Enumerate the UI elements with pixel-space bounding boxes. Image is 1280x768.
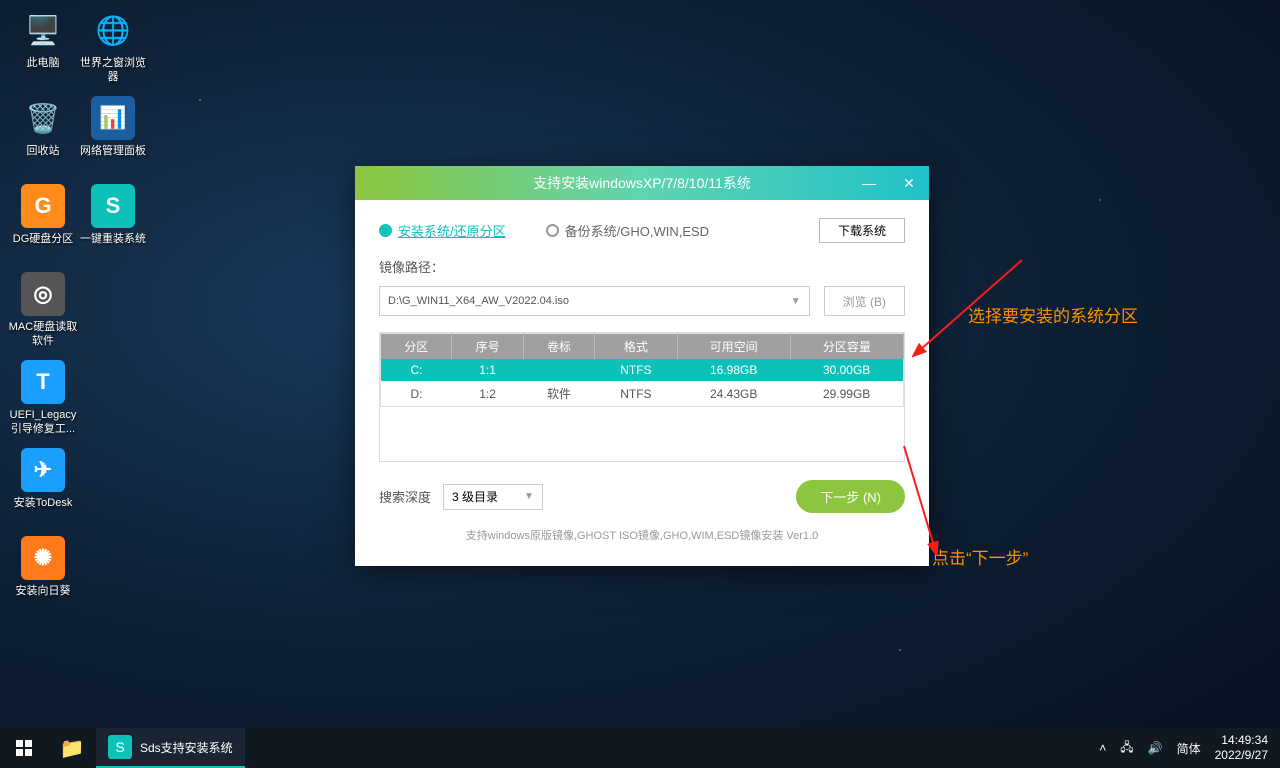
- desktop-icon[interactable]: ✈ 安装ToDesk: [8, 448, 78, 532]
- radio-backup[interactable]: 备份系统/GHO,WIN,ESD: [546, 221, 709, 240]
- app-icon: S: [91, 184, 135, 228]
- partition-table: 分区序号卷标格式可用空间分区容量 C:1:1 NTFS16.98GB30.00GB…: [379, 332, 905, 462]
- column-header[interactable]: 格式: [595, 334, 677, 360]
- window-title: 支持安装windowsXP/7/8/10/11系统: [533, 173, 751, 193]
- table-cell: NTFS: [595, 381, 677, 407]
- desktop-icon-label: 网络管理面板: [80, 144, 146, 158]
- table-cell: NTFS: [595, 359, 677, 381]
- desktop-icon-label: 世界之窗浏览器: [78, 56, 148, 84]
- table-cell: 29.99GB: [790, 381, 903, 407]
- column-header[interactable]: 序号: [452, 334, 523, 360]
- desktop-icon[interactable]: 📊 网络管理面板: [78, 96, 148, 180]
- table-row[interactable]: C:1:1 NTFS16.98GB30.00GB: [381, 359, 904, 381]
- app-icon: 🌐: [91, 8, 135, 52]
- chevron-down-icon[interactable]: ▼: [791, 296, 801, 307]
- table-cell: 1:2: [452, 381, 523, 407]
- app-icon: ◎: [21, 272, 65, 316]
- table-cell: D:: [381, 381, 452, 407]
- desktop-icon-label: 安装向日葵: [16, 584, 71, 598]
- next-button[interactable]: 下一步 (N): [796, 480, 905, 513]
- desktop-icon[interactable]: S 一键重装系统: [78, 184, 148, 268]
- minimize-button[interactable]: —: [849, 166, 889, 200]
- table-row[interactable]: D:1:2软件NTFS24.43GB29.99GB: [381, 381, 904, 407]
- start-button[interactable]: [0, 728, 48, 768]
- app-icon: 🗑️: [21, 96, 65, 140]
- table-cell: [523, 359, 594, 381]
- desktop-icon-label: DG硬盘分区: [13, 232, 74, 246]
- column-header[interactable]: 可用空间: [677, 334, 790, 360]
- titlebar[interactable]: 支持安装windowsXP/7/8/10/11系统 — ✕: [355, 166, 929, 200]
- close-button[interactable]: ✕: [889, 166, 929, 200]
- desktop-icon-label: 回收站: [27, 144, 60, 158]
- taskbar: 📁 S Sds支持安装系统 ˄ 🖧 🔊 简体 14:49:34 2022/9/2…: [0, 728, 1280, 768]
- app-icon: S: [108, 735, 132, 759]
- desktop-icon[interactable]: ◎ MAC硬盘读取软件: [8, 272, 78, 356]
- desktop-icon[interactable]: 🗑️ 回收站: [8, 96, 78, 180]
- table-cell: 24.43GB: [677, 381, 790, 407]
- table-cell: 软件: [523, 381, 594, 407]
- desktop-icon-label: MAC硬盘读取软件: [8, 320, 78, 348]
- volume-icon[interactable]: 🔊: [1148, 741, 1163, 755]
- table-cell: C:: [381, 359, 452, 381]
- desktop-icon-label: UEFI_Legacy引导修复工...: [8, 408, 78, 436]
- app-icon: 🖥️: [21, 8, 65, 52]
- download-system-button[interactable]: 下载系统: [819, 218, 905, 243]
- search-depth-select[interactable]: 3 级目录 ▼: [443, 484, 543, 510]
- search-depth-label: 搜索深度: [379, 487, 431, 506]
- network-icon[interactable]: 🖧: [1120, 738, 1133, 759]
- column-header[interactable]: 卷标: [523, 334, 594, 360]
- chevron-down-icon: ▼: [524, 491, 534, 502]
- clock[interactable]: 14:49:34 2022/9/27: [1215, 733, 1268, 763]
- annotation-select-partition: 选择要安装的系统分区: [968, 302, 1138, 327]
- taskbar-task-installer[interactable]: S Sds支持安装系统: [96, 728, 245, 768]
- app-icon: G: [21, 184, 65, 228]
- footnote: 支持windows原版镜像,GHOST ISO镜像,GHO,WIM,ESD镜像安…: [379, 527, 905, 543]
- desktop-icon[interactable]: 🌐 世界之窗浏览器: [78, 8, 148, 92]
- annotation-click-next: 点击“下一步”: [932, 544, 1028, 569]
- browse-button[interactable]: 浏览 (B): [824, 286, 905, 316]
- desktop-icon[interactable]: G DG硬盘分区: [8, 184, 78, 268]
- chevron-up-icon[interactable]: ˄: [1099, 741, 1106, 755]
- radio-dot-icon: [546, 224, 559, 237]
- table-cell: 16.98GB: [677, 359, 790, 381]
- system-tray: ˄ 🖧 🔊 简体 14:49:34 2022/9/27: [1099, 733, 1280, 763]
- desktop-icon[interactable]: T UEFI_Legacy引导修复工...: [8, 360, 78, 444]
- desktop-icon[interactable]: 🖥️ 此电脑: [8, 8, 78, 92]
- column-header[interactable]: 分区: [381, 334, 452, 360]
- installer-window: 支持安装windowsXP/7/8/10/11系统 — ✕ 安装系统/还原分区 …: [355, 166, 929, 566]
- desktop-icon-label: 一键重装系统: [80, 232, 146, 246]
- column-header[interactable]: 分区容量: [790, 334, 903, 360]
- table-cell: 30.00GB: [790, 359, 903, 381]
- app-icon: ✺: [21, 536, 65, 580]
- app-icon: ✈: [21, 448, 65, 492]
- desktop-icon-label: 此电脑: [27, 56, 60, 70]
- app-icon: T: [21, 360, 65, 404]
- desktop-icon[interactable]: ✺ 安装向日葵: [8, 536, 78, 620]
- radio-dot-icon: [379, 224, 392, 237]
- file-explorer-icon[interactable]: 📁: [48, 728, 96, 768]
- image-path-label: 镜像路径：: [379, 257, 905, 276]
- desktop-icon-label: 安装ToDesk: [14, 496, 73, 510]
- app-icon: 📊: [91, 96, 135, 140]
- ime-indicator[interactable]: 简体: [1177, 740, 1201, 757]
- radio-install-restore[interactable]: 安装系统/还原分区: [379, 221, 506, 240]
- image-path-input[interactable]: D:\G_WIN11_X64_AW_V2022.04.iso ▼: [379, 286, 810, 316]
- table-cell: 1:1: [452, 359, 523, 381]
